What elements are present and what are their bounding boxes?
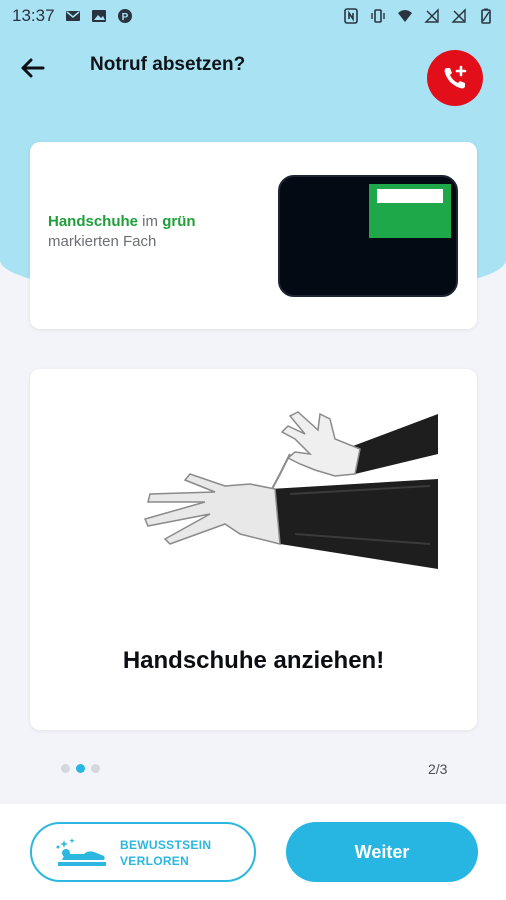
unconscious-label-line1: BEWUSSTSEIN: [120, 838, 212, 852]
svg-text:P: P: [121, 12, 128, 23]
compartment-instruction: Handschuhe im grün markierten Fach: [48, 212, 196, 252]
arrow-left-icon: [21, 58, 45, 78]
page-dot-2[interactable]: [76, 764, 85, 773]
phone-plus-icon: [444, 65, 467, 89]
page-dot-3[interactable]: [91, 764, 100, 773]
highlight-green: grün: [162, 213, 196, 230]
compartment-card: Handschuhe im grün markierten Fach: [30, 142, 477, 329]
no-signal-icon: [451, 8, 466, 23]
app-bar: Notruf absetzen?: [0, 40, 506, 110]
status-bar: 13:37 P: [0, 0, 506, 32]
gloves-illustration: [143, 411, 438, 569]
emergency-call-button[interactable]: [427, 50, 483, 106]
compartment-label-bar: [377, 189, 443, 203]
unconscious-button[interactable]: BEWUSSTSEIN VERLOREN: [30, 822, 256, 882]
gloves-card: Handschuhe anziehen!: [30, 369, 477, 730]
next-button[interactable]: Weiter: [286, 822, 478, 882]
unconscious-label: BEWUSSTSEIN VERLOREN: [120, 837, 230, 869]
highlight-gloves: Handschuhe: [48, 213, 139, 230]
no-signal-icon: [424, 8, 439, 23]
page-title: Notruf absetzen?: [90, 54, 246, 75]
p-app-icon: P: [117, 9, 132, 23]
status-time: 13:37: [12, 6, 55, 25]
battery-icon: [481, 8, 491, 24]
vibrate-icon: [371, 9, 385, 23]
back-button[interactable]: [16, 52, 48, 84]
page-indicator: [61, 764, 100, 773]
bottom-action-bar: BEWUSSTSEIN VERLOREN Weiter: [0, 804, 506, 900]
gloves-caption: Handschuhe anziehen!: [122, 647, 385, 674]
page-dot-1[interactable]: [61, 764, 70, 773]
image-icon: [91, 10, 106, 22]
unconscious-label-line2: VERLOREN: [120, 854, 190, 868]
lying-person-icon: [56, 838, 106, 866]
instruction-mid: im: [138, 213, 163, 230]
wifi-icon: [398, 10, 412, 22]
instruction-line2: markierten Fach: [48, 233, 157, 250]
mail-icon: [65, 11, 80, 21]
page-counter: 2/3: [428, 761, 448, 777]
nfc-icon: [344, 8, 358, 24]
compartment-illustration: [278, 175, 458, 297]
